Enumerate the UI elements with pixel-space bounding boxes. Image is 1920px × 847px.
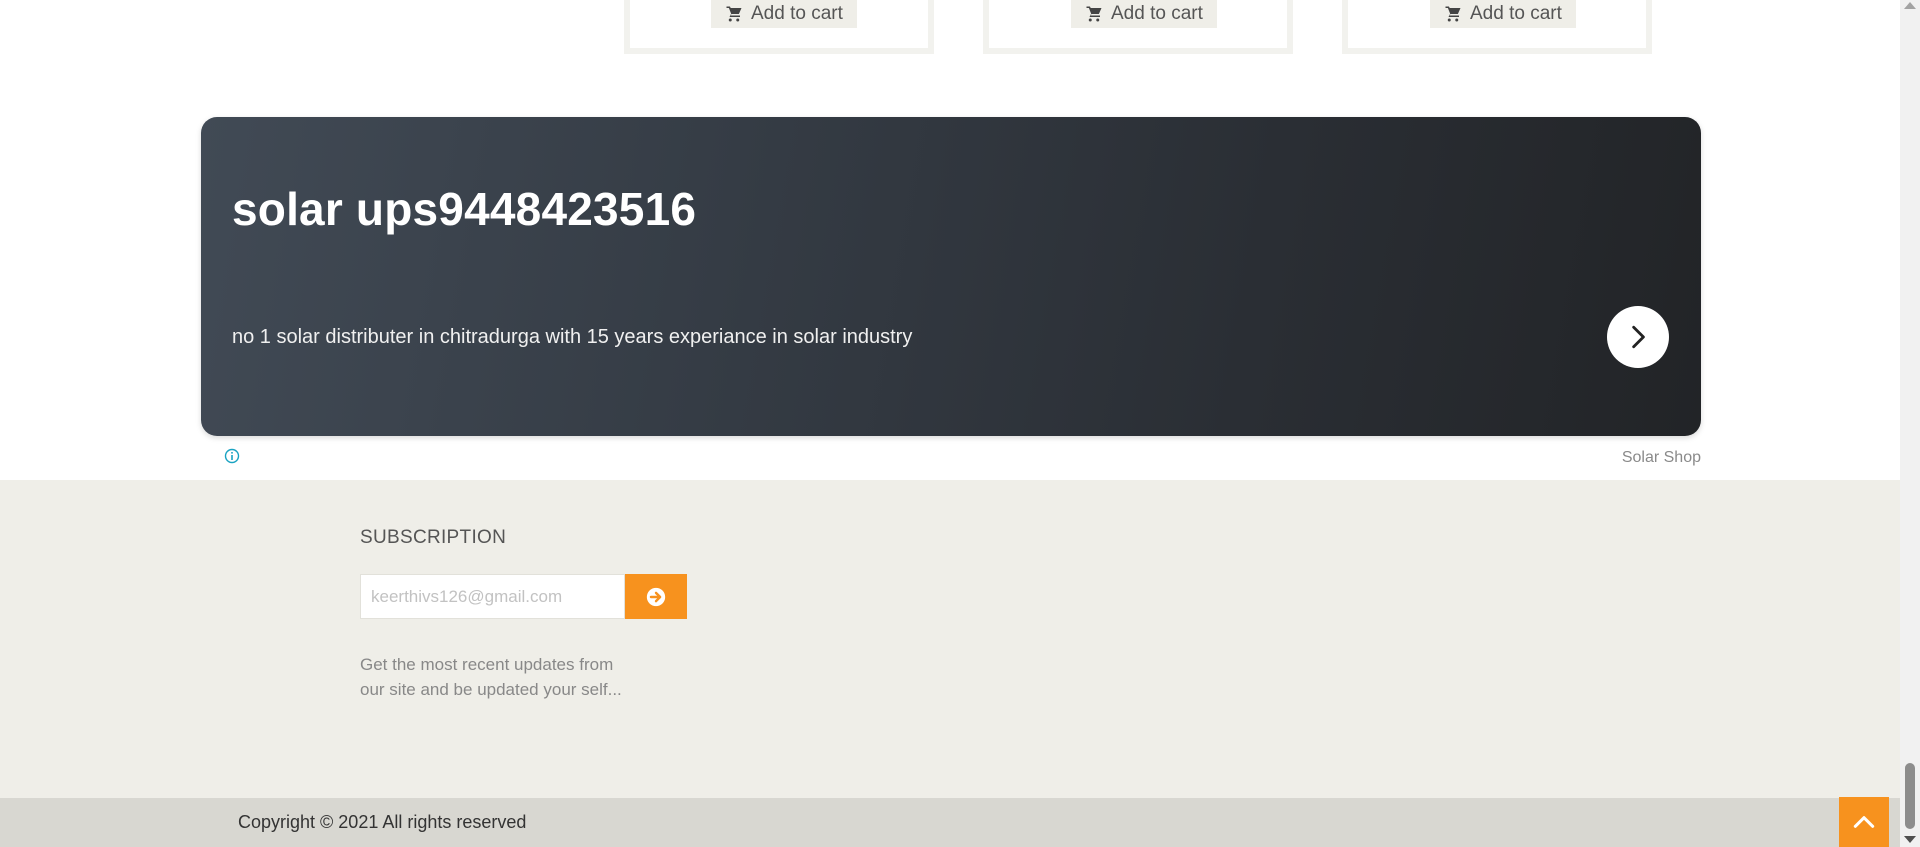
footer: Copyright © 2021 All rights reserved [0, 798, 1900, 847]
cart-button-label: Add to cart [1111, 3, 1203, 24]
ad-next-button[interactable] [1607, 306, 1669, 368]
cart-button-label: Add to cart [751, 3, 843, 24]
ad-source-label[interactable]: Solar Shop [1622, 449, 1701, 467]
subscription-description: Get the most recent updates from our sit… [360, 655, 622, 699]
ad-description: no 1 solar distributer in chitradurga wi… [232, 326, 913, 348]
scroll-down-arrow[interactable] [1904, 836, 1916, 843]
cart-button-label: Add to cart [1470, 3, 1562, 24]
info-icon[interactable] [224, 448, 240, 464]
cart-icon [1086, 6, 1102, 22]
copyright-text: Copyright © 2021 All rights reserved [238, 812, 527, 832]
subscription-section: SUBSCRIPTION Get the most recent updates… [0, 480, 1900, 798]
ad-title: solar ups9448423516 [232, 183, 697, 235]
subscription-heading: SUBSCRIPTION [360, 527, 507, 548]
scrollbar[interactable] [1900, 0, 1920, 847]
email-input[interactable] [360, 574, 625, 619]
cart-icon [1445, 6, 1461, 22]
subscribe-button[interactable] [625, 574, 687, 619]
cart-icon [726, 6, 742, 22]
back-to-top-button[interactable] [1839, 797, 1889, 847]
add-to-cart-button[interactable]: Add to cart [1071, 0, 1217, 28]
add-to-cart-button[interactable]: Add to cart [711, 0, 857, 28]
chevron-up-icon [1853, 816, 1875, 828]
chevron-right-icon [1632, 325, 1645, 349]
ad-banner[interactable]: solar ups9448423516 no 1 solar distribut… [201, 117, 1701, 436]
scrollbar-thumb[interactable] [1905, 763, 1915, 829]
scroll-up-arrow[interactable] [1904, 2, 1916, 9]
arrow-circle-right-icon [646, 587, 666, 606]
add-to-cart-button[interactable]: Add to cart [1430, 0, 1576, 28]
